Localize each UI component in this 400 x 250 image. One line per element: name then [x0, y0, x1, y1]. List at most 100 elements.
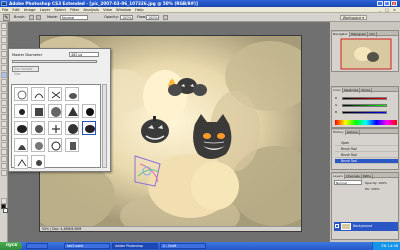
airbrush-icon[interactable] — [163, 15, 168, 20]
brush-tool-preset-icon[interactable]: ✎ — [3, 14, 10, 21]
brush-thumb-7[interactable] — [48, 104, 62, 118]
minimize-button[interactable]: _ — [377, 1, 383, 6]
brush-thumb-1[interactable] — [14, 87, 28, 101]
history-item[interactable]: Brush Tool — [335, 153, 398, 158]
mode-label: Mode: — [47, 15, 59, 19]
history-panel: History Actions Open Brush Tool Brush Too… — [331, 128, 399, 170]
brush-thumb-17[interactable] — [48, 138, 62, 152]
slice-tool-icon[interactable] — [1, 58, 7, 64]
tab-history[interactable]: History — [332, 130, 346, 135]
brush-thumb-15[interactable] — [14, 138, 28, 152]
quick-launch-area[interactable] — [26, 243, 48, 249]
history-item-selected[interactable]: Brush Tool — [335, 159, 398, 164]
brush-thumb-11[interactable] — [31, 121, 45, 135]
history-item[interactable]: Brush Tool — [335, 147, 398, 152]
eyedropper-tool-icon[interactable] — [1, 156, 7, 162]
lasso-tool-icon[interactable] — [1, 37, 7, 43]
move-tool-icon[interactable] — [1, 23, 7, 29]
brush-thumb-5[interactable] — [14, 104, 28, 118]
blur-tool-icon[interactable] — [1, 107, 7, 113]
gradient-tool-icon[interactable] — [1, 100, 7, 106]
brush-preset-picker-button[interactable] — [29, 15, 34, 20]
zoom-tool-icon[interactable] — [1, 170, 7, 176]
path-selection-tool-icon[interactable] — [1, 135, 7, 141]
brush-tool-icon[interactable] — [1, 72, 7, 78]
color-ramp[interactable] — [335, 120, 397, 125]
mode-select[interactable]: Normal — [60, 15, 88, 20]
history-item[interactable]: Open — [335, 141, 398, 146]
type-tool-icon[interactable] — [1, 128, 7, 134]
channel-r-slider[interactable] — [342, 97, 387, 100]
brush-thumb-14-selected[interactable] — [82, 121, 96, 135]
brush-thumb-16[interactable] — [31, 138, 45, 152]
tab-channels[interactable]: Channels — [345, 174, 362, 179]
color-panel: Color Swatches Styles R G B — [331, 86, 399, 128]
brush-label: Brush: — [14, 15, 26, 19]
layer-row-background[interactable]: Background — [334, 222, 398, 231]
layer-opacity-field[interactable]: Opacity: 100% — [365, 181, 387, 185]
start-button[interactable]: пуск — [0, 242, 22, 250]
channel-g-slider[interactable] — [342, 104, 387, 107]
brush-thumb-2[interactable] — [31, 87, 45, 101]
pen-tool-icon[interactable] — [1, 121, 7, 127]
brush-preset-picker: Master Diameter 482 px Use Sample Size — [8, 48, 111, 172]
layer-blend-mode-select[interactable]: Normal — [334, 180, 362, 185]
workspace-menu-button[interactable]: Workspace ▾ — [339, 15, 367, 20]
use-sample-size-button[interactable]: Use Sample Size — [12, 66, 39, 76]
tab-color[interactable]: Color — [332, 88, 343, 93]
crop-tool-icon[interactable] — [1, 51, 7, 57]
notes-tool-icon[interactable] — [1, 149, 7, 155]
layers-panel: Layers Channels Paths Normal Opacity: 100%… — [331, 172, 399, 240]
brush-picker-scrollbar[interactable] — [102, 84, 107, 168]
options-bar: ✎ Brush: Mode: Normal Opacity: 100% Flow… — [0, 13, 400, 22]
brush-thumbnail-grid — [11, 84, 101, 169]
language-indicator[interactable]: EN — [382, 244, 387, 248]
layer-thumbnail — [341, 223, 351, 230]
taskbar-item-photoshop[interactable]: Adobe Photoshop — [112, 243, 158, 249]
panel-dock: Navigator Histogram Info Color Swatches Styl… — [330, 22, 400, 242]
brush-thumb-6[interactable] — [31, 104, 45, 118]
tab-swatches[interactable]: Swatches — [343, 88, 361, 93]
clone-stamp-tool-icon[interactable] — [1, 79, 7, 85]
taskbar-item-browser[interactable]: tab3.www — [64, 243, 110, 249]
canvas-area: 50% | Doc: 4,48M/8,96M Master Diameter 4… — [8, 22, 330, 242]
marquee-tool-icon[interactable] — [1, 30, 7, 36]
brush-thumb-13[interactable] — [65, 121, 79, 135]
photoshop-app-icon[interactable]: Ps — [1, 1, 7, 6]
brush-thumb-9[interactable] — [82, 104, 96, 118]
flow-field[interactable]: 100% — [146, 15, 159, 20]
channel-b-slider[interactable] — [342, 111, 387, 114]
brush-thumb-19[interactable] — [14, 155, 28, 169]
tab-actions[interactable]: Actions — [346, 130, 360, 135]
opacity-label: Opacity: — [104, 15, 119, 19]
layer-fill-field[interactable]: Fill: 100% — [365, 187, 380, 191]
dodge-tool-icon[interactable] — [1, 114, 7, 120]
tab-paths[interactable]: Paths — [362, 174, 373, 179]
master-diameter-slider[interactable] — [12, 60, 97, 63]
eraser-tool-icon[interactable] — [1, 93, 7, 99]
tab-styles[interactable]: Styles — [360, 88, 373, 93]
navigator-thumbnail[interactable] — [333, 37, 399, 72]
shape-tool-icon[interactable] — [1, 142, 7, 148]
brush-thumb-8[interactable] — [65, 104, 79, 118]
close-button[interactable]: × — [391, 1, 397, 6]
tab-layers[interactable]: Layers — [332, 174, 345, 179]
hand-tool-icon[interactable] — [1, 163, 7, 169]
brush-thumb-20[interactable] — [31, 155, 45, 169]
toggle-brushes-panel-icon[interactable] — [36, 15, 41, 20]
brush-thumb-3[interactable] — [48, 87, 62, 101]
healing-brush-tool-icon[interactable] — [1, 65, 7, 71]
brush-thumb-18[interactable] — [65, 138, 79, 152]
brush-thumb-12[interactable] — [48, 121, 62, 135]
master-diameter-field[interactable]: 482 px — [69, 52, 99, 57]
title-bar: Ps Adobe Photoshop CS3 Extended - [pic_2… — [0, 0, 400, 7]
brush-thumb-10[interactable] — [14, 121, 28, 135]
taskbar-item-draft[interactable]: S - Draft — [160, 243, 206, 249]
maximize-button[interactable]: □ — [384, 1, 390, 6]
opacity-field[interactable]: 100% — [120, 15, 133, 20]
layer-name[interactable]: Background — [353, 224, 372, 228]
layer-visibility-eye-icon[interactable] — [335, 224, 339, 228]
history-brush-tool-icon[interactable] — [1, 86, 7, 92]
quick-select-tool-icon[interactable] — [1, 44, 7, 50]
brush-thumb-4[interactable] — [65, 87, 79, 101]
